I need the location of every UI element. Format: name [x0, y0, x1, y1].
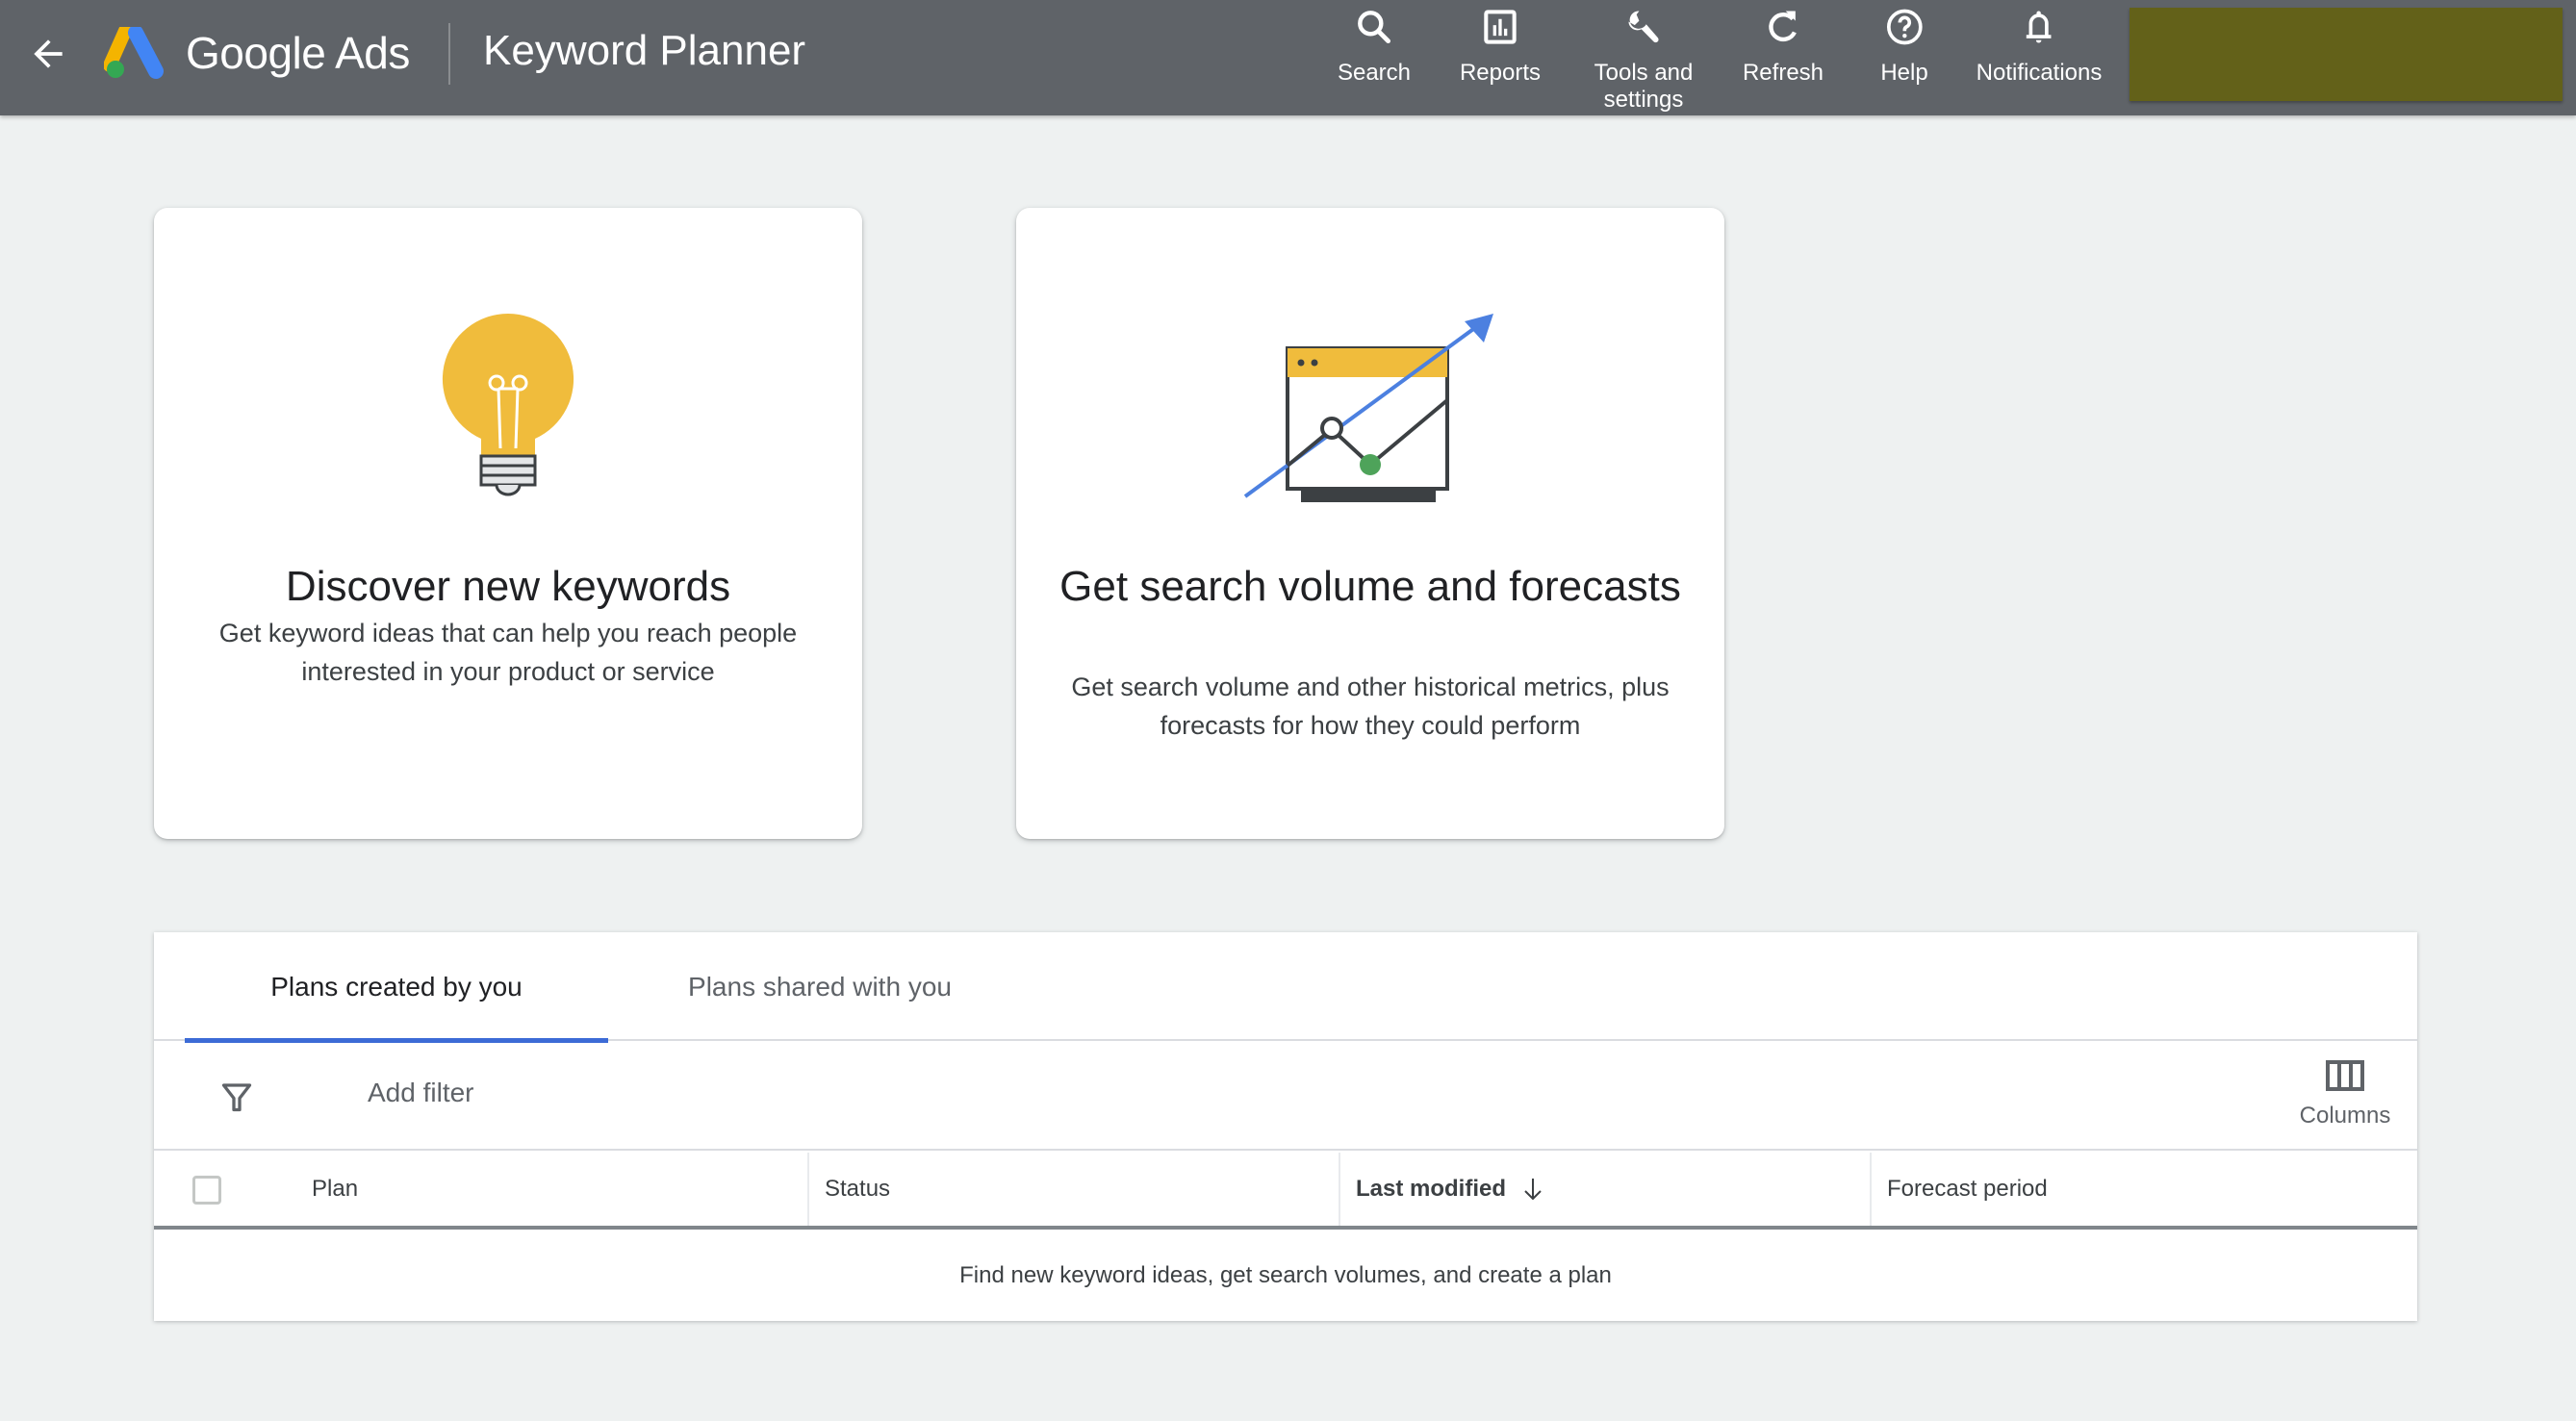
top-app-bar: Google Ads Keyword Planner Search Report…: [0, 0, 2576, 115]
column-header-last-modified[interactable]: Last modified: [1339, 1153, 1870, 1226]
lightbulb-icon: [442, 313, 574, 496]
nav-tools-settings[interactable]: Tools and settings: [1581, 6, 1706, 114]
nav-reports-label: Reports: [1459, 60, 1542, 86]
nav-search[interactable]: Search: [1338, 6, 1411, 87]
refresh-icon: [1769, 11, 1797, 42]
forecast-chart-icon: [1243, 314, 1493, 502]
search-volume-forecasts-card[interactable]: Get search volume and forecasts Get sear…: [1016, 208, 1724, 839]
arrow-down-icon: [1524, 1179, 1542, 1201]
bell-icon: [2027, 11, 2052, 43]
select-all-checkbox[interactable]: [192, 1176, 221, 1205]
plans-panel: Plans created by you Plans shared with y…: [154, 932, 2417, 1321]
wrench-icon: [1628, 11, 1659, 43]
nav-refresh-label: Refresh: [1742, 60, 1824, 86]
tab-plans-shared-with-you[interactable]: Plans shared with you: [608, 932, 1032, 1041]
column-header-plan[interactable]: Plan: [312, 1153, 803, 1226]
column-header-status[interactable]: Status: [807, 1153, 1339, 1226]
column-header-last-modified-label: Last modified: [1356, 1176, 1507, 1202]
filter-bar: Add filter Columns: [154, 1041, 2417, 1151]
google-ads-logo-icon: [104, 27, 164, 79]
nav-help-label: Help: [1880, 60, 1928, 86]
brand-name: Google Ads: [186, 28, 410, 78]
plans-tabs: Plans created by you Plans shared with y…: [154, 932, 2417, 1043]
card-description: Get keyword ideas that can help you reac…: [218, 619, 798, 686]
column-header-forecast-period[interactable]: Forecast period: [1870, 1153, 2417, 1226]
search-icon: [1358, 11, 1391, 44]
card-description: Get search volume and other historical m…: [1071, 672, 1670, 740]
nav-search-label: Search: [1337, 60, 1412, 86]
product-title: Keyword Planner: [483, 27, 806, 74]
card-title: Discover new keywords: [285, 563, 731, 610]
discover-keywords-card[interactable]: Discover new keywords Get keyword ideas …: [154, 208, 862, 839]
nav-help[interactable]: Help: [1880, 6, 1928, 87]
empty-table-message: Find new keyword ideas, get search volum…: [959, 1261, 1612, 1288]
back-button[interactable]: [27, 33, 69, 75]
nav-notifications-label: Notifications: [1976, 60, 2103, 86]
arrow-left-icon: [34, 39, 63, 68]
header-divider: [448, 23, 450, 85]
table-header: Plan Status Last modified Forecast perio…: [154, 1153, 2417, 1230]
nav-tools-label: Tools and settings: [1594, 60, 1694, 113]
add-filter-button[interactable]: Add filter: [368, 1078, 474, 1108]
bar-chart-icon: [1484, 10, 1517, 44]
nav-refresh[interactable]: Refresh: [1743, 6, 1824, 87]
columns-label: Columns: [2299, 1103, 2391, 1129]
account-selector-redacted[interactable]: [2130, 8, 2563, 101]
tab-plans-created-by-you[interactable]: Plans created by you: [185, 932, 608, 1043]
filter-icon[interactable]: [219, 1079, 254, 1114]
nav-notifications[interactable]: Notifications: [1976, 6, 2103, 87]
card-title: Get search volume and forecasts: [1059, 563, 1681, 610]
help-circle-icon: [1886, 9, 1923, 45]
columns-icon: [2326, 1060, 2364, 1091]
nav-reports[interactable]: Reports: [1460, 6, 1541, 87]
columns-button[interactable]: Columns: [2292, 1060, 2398, 1137]
